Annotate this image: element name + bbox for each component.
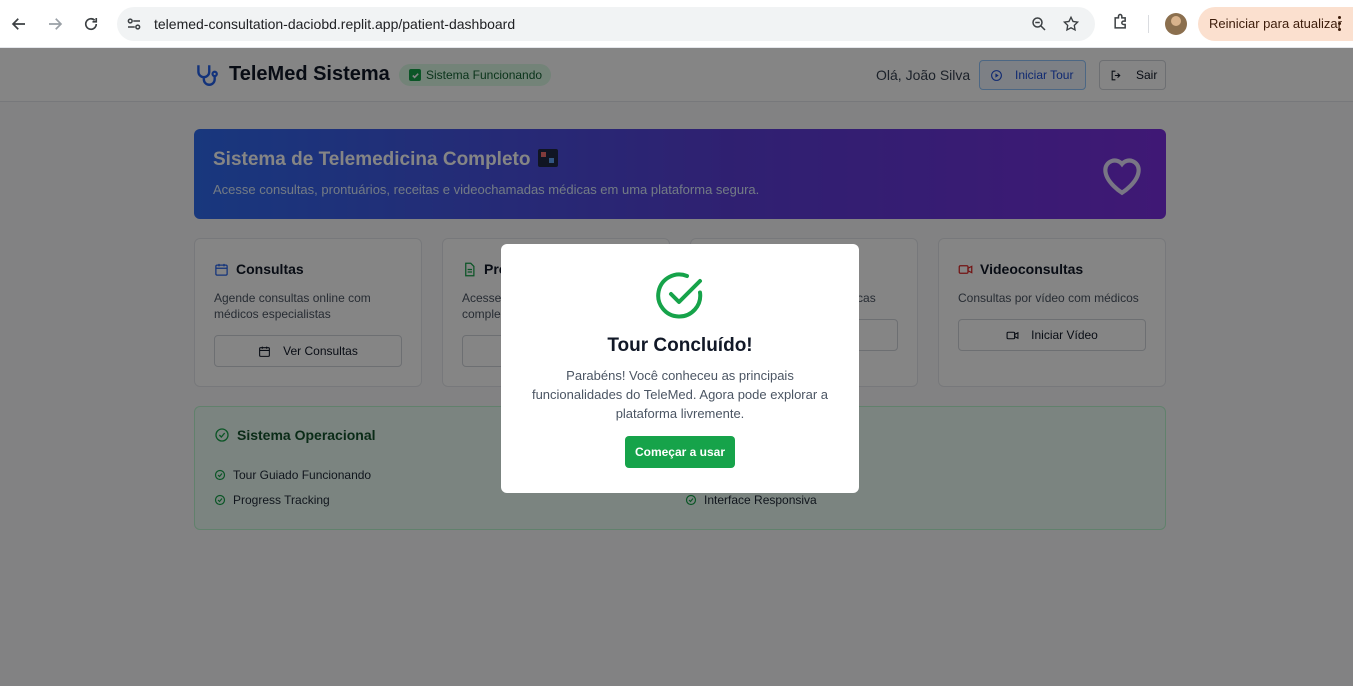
forward-icon[interactable] — [43, 12, 67, 36]
url-text[interactable]: telemed-consultation-daciobd.replit.app/… — [154, 16, 515, 32]
zoom-icon[interactable] — [1030, 15, 1048, 38]
check-circle-icon — [655, 270, 705, 325]
extensions-icon[interactable] — [1111, 12, 1131, 37]
start-using-button[interactable]: Começar a usar — [625, 436, 735, 468]
toolbar-divider — [1148, 15, 1149, 33]
start-using-label: Começar a usar — [634, 445, 726, 459]
dialog-message: Parabéns! Você conheceu as principais fu… — [531, 368, 829, 421]
tour-complete-dialog: Tour Concluído! Parabéns! Você conheceu … — [501, 244, 859, 493]
dialog-title: Tour Concluído! — [607, 335, 753, 356]
address-bar[interactable]: telemed-consultation-daciobd.replit.app/… — [117, 7, 1095, 41]
menu-kebab-icon[interactable] — [1338, 16, 1342, 34]
update-button[interactable]: Reiniciar para atualizar — [1198, 7, 1353, 41]
profile-avatar[interactable] — [1165, 13, 1187, 35]
update-button-label: Reiniciar para atualizar — [1209, 16, 1342, 31]
back-icon[interactable] — [7, 12, 31, 36]
star-icon[interactable] — [1062, 15, 1080, 38]
site-settings-icon[interactable] — [125, 15, 143, 38]
browser-toolbar: telemed-consultation-daciobd.replit.app/… — [0, 0, 1353, 48]
reload-icon[interactable] — [79, 12, 103, 36]
